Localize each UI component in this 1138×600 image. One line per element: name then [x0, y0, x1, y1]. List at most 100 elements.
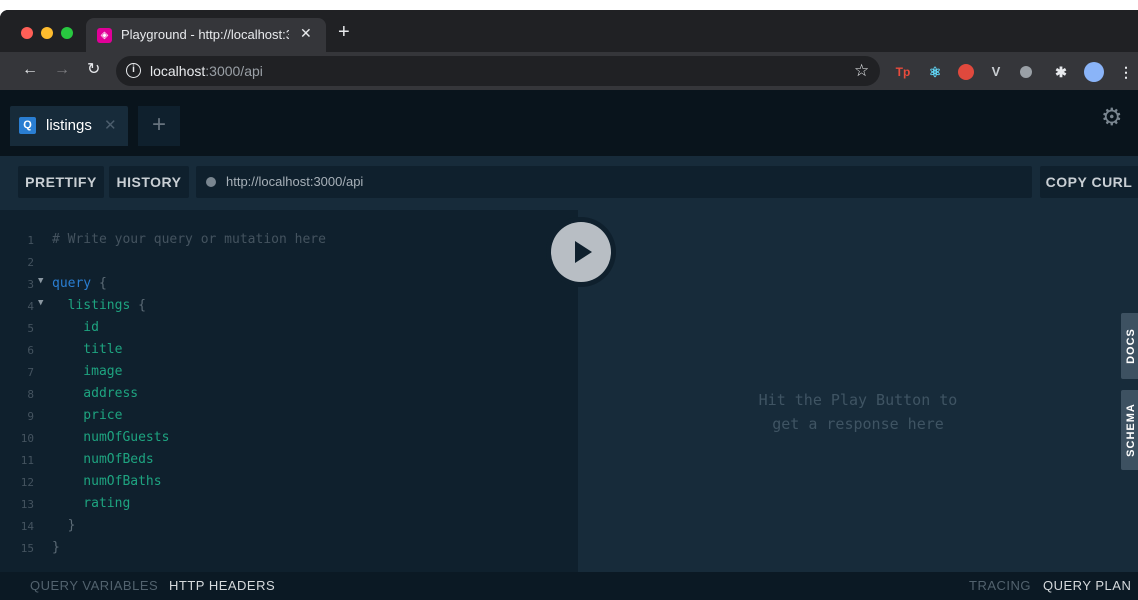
- line-number: 5: [27, 322, 34, 335]
- graphql-playground: Q listings ✕ + ⚙ PRETTIFY HISTORY http:/…: [0, 90, 1138, 600]
- code-line: 1 # Write your query or mutation here: [0, 231, 578, 253]
- line-number: 9: [27, 410, 34, 423]
- code-field: numOfGuests: [52, 430, 170, 445]
- code-field: id: [52, 320, 99, 335]
- extensions-puzzle-icon[interactable]: ✱: [1053, 64, 1069, 80]
- code-line: 12 numOfBaths: [0, 473, 578, 495]
- forward-button[interactable]: →: [54, 61, 70, 79]
- status-dot-icon: [206, 177, 216, 187]
- close-tab-icon[interactable]: ✕: [300, 25, 312, 42]
- tab-tracing[interactable]: TRACING: [969, 578, 1031, 593]
- code-comment: # Write your query or mutation here: [52, 232, 326, 247]
- line-number: 11: [20, 454, 34, 467]
- code-field: numOfBeds: [52, 452, 154, 467]
- history-button[interactable]: HISTORY: [109, 166, 189, 198]
- code-keyword: query: [52, 276, 92, 291]
- add-tab-button[interactable]: +: [138, 106, 180, 146]
- browser-tab[interactable]: ◈ Playground - http://localhost:3000/api…: [86, 18, 326, 52]
- site-info-icon[interactable]: i: [126, 63, 141, 78]
- code-line: 15}: [0, 539, 578, 561]
- line-number: 3: [27, 278, 34, 291]
- code-line: 7 image: [0, 363, 578, 385]
- extension-red-icon[interactable]: [958, 64, 974, 80]
- prettify-button[interactable]: PRETTIFY: [18, 166, 104, 198]
- extension-grey-icon[interactable]: [1020, 66, 1032, 78]
- line-number: 6: [27, 344, 34, 357]
- line-number: 13: [20, 498, 34, 511]
- code-line: 14 }: [0, 517, 578, 539]
- profile-avatar[interactable]: [1084, 62, 1104, 82]
- line-number: 7: [27, 366, 34, 379]
- code-line: 10 numOfGuests: [0, 429, 578, 451]
- docs-label: DOCS: [1125, 328, 1137, 364]
- code-line: 8 address: [0, 385, 578, 407]
- new-tab-button[interactable]: +: [338, 22, 350, 42]
- result-hint: Hit the Play Button to get a response he…: [658, 388, 1058, 436]
- tab-listings[interactable]: Q listings ✕: [10, 106, 128, 146]
- code-brace: {: [130, 298, 146, 313]
- close-tab-icon[interactable]: ✕: [104, 116, 117, 134]
- code-field: image: [52, 364, 123, 379]
- result-hint-line: get a response here: [772, 415, 944, 433]
- code-field: address: [52, 386, 139, 401]
- minimize-window-button[interactable]: [41, 27, 53, 39]
- graphql-favicon-icon: ◈: [97, 28, 112, 43]
- browser-toolbar: ← → ↻ i localhost:3000/api ☆ Tp ⚛ V ✱ ⋮: [0, 52, 1138, 90]
- close-window-button[interactable]: [21, 27, 33, 39]
- url-host: localhost: [150, 63, 206, 79]
- schema-side-tab[interactable]: SCHEMA: [1121, 390, 1138, 470]
- address-url: localhost:3000/api: [150, 63, 263, 79]
- back-button[interactable]: ←: [22, 61, 38, 79]
- react-devtools-icon[interactable]: ⚛: [927, 64, 943, 80]
- code-field: numOfBaths: [52, 474, 162, 489]
- reload-button[interactable]: ↻: [87, 61, 100, 79]
- copy-curl-button[interactable]: COPY CURL: [1040, 166, 1138, 198]
- code-line: 6 title: [0, 341, 578, 363]
- fold-arrow-icon[interactable]: ▼: [38, 276, 43, 286]
- bookmark-star-icon[interactable]: ☆: [854, 61, 869, 81]
- browser-window: ◈ Playground - http://localhost:3000/api…: [0, 10, 1138, 600]
- play-circle: [551, 222, 611, 282]
- maximize-window-button[interactable]: [61, 27, 73, 39]
- line-number: 8: [27, 388, 34, 401]
- browser-menu-icon[interactable]: ⋮: [1118, 64, 1134, 80]
- code-brace: {: [91, 276, 107, 291]
- code-field: price: [52, 408, 123, 423]
- address-bar[interactable]: i localhost:3000/api ☆: [116, 56, 880, 86]
- play-icon: [575, 241, 592, 263]
- line-number: 4: [27, 300, 34, 313]
- tab-http-headers[interactable]: HTTP HEADERS: [169, 578, 275, 593]
- line-number: 2: [27, 256, 34, 269]
- vue-devtools-icon[interactable]: V: [988, 64, 1004, 80]
- execute-query-button[interactable]: [546, 217, 616, 287]
- code-line: 9 price: [0, 407, 578, 429]
- fold-arrow-icon[interactable]: ▼: [38, 298, 43, 308]
- code-line: 3 ▼ query {: [0, 275, 578, 297]
- code-field: title: [52, 342, 123, 357]
- line-number: 1: [27, 234, 34, 247]
- playground-tabbar: Q listings ✕ + ⚙: [0, 90, 1138, 156]
- code-brace: }: [52, 518, 76, 533]
- query-badge-icon: Q: [19, 117, 36, 134]
- line-number: 15: [20, 542, 34, 555]
- query-editor[interactable]: 1 # Write your query or mutation here 2 3…: [0, 210, 578, 572]
- tab-query-variables[interactable]: QUERY VARIABLES: [30, 578, 158, 593]
- docs-side-tab[interactable]: DOCS: [1121, 313, 1138, 379]
- code-field: rating: [52, 496, 131, 511]
- tab-query-plan[interactable]: QUERY PLAN: [1043, 578, 1131, 593]
- code-brace: }: [52, 540, 60, 555]
- schema-label: SCHEMA: [1125, 403, 1137, 457]
- endpoint-input[interactable]: http://localhost:3000/api: [196, 166, 1032, 198]
- code-field: listings: [52, 298, 131, 313]
- result-pane: Hit the Play Button to get a response he…: [578, 210, 1138, 572]
- code-text: listings {: [52, 298, 146, 313]
- browser-tabstrip: ◈ Playground - http://localhost:3000/api…: [0, 10, 1138, 52]
- result-hint-line: Hit the Play Button to: [758, 391, 958, 409]
- code-text: query {: [52, 276, 107, 291]
- extension-tp-icon[interactable]: Tp: [895, 64, 911, 80]
- tab-label: listings: [46, 117, 92, 134]
- code-line: 5 id: [0, 319, 578, 341]
- settings-gear-icon[interactable]: ⚙: [1101, 106, 1123, 130]
- code-line: 11 numOfBeds: [0, 451, 578, 473]
- code-line: 4 ▼ listings {: [0, 297, 578, 319]
